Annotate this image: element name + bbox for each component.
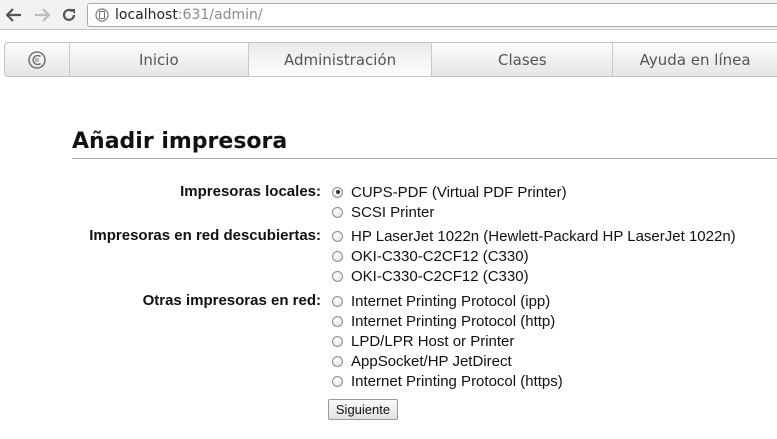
printer-option[interactable]: OKI-C330-C2CF12 (C330): [332, 266, 529, 286]
printer-option[interactable]: HP LaserJet 1022n (Hewlett-Packard HP La…: [332, 226, 736, 246]
radio-button[interactable]: [332, 270, 343, 282]
radio-button[interactable]: [332, 250, 343, 262]
printer-option[interactable]: OKI-C330-C2CF12 (C330): [332, 246, 529, 266]
tab-administracion[interactable]: Administración: [248, 43, 433, 76]
printer-option-label: AppSocket/HP JetDirect: [351, 352, 512, 370]
discovered-printers-label: Impresoras en red descubiertas:: [89, 227, 321, 244]
local-printers-label: Impresoras locales:: [180, 183, 321, 200]
printer-option-label: SCSI Printer: [351, 203, 435, 221]
radio-button[interactable]: [332, 295, 343, 307]
radio-button[interactable]: [332, 315, 343, 327]
printer-option-label: Internet Printing Protocol (ipp): [351, 292, 551, 310]
printer-option-label: Internet Printing Protocol (http): [351, 312, 556, 330]
radio-button[interactable]: [332, 206, 343, 218]
printer-option-label: HP LaserJet 1022n (Hewlett-Packard HP La…: [351, 227, 736, 245]
back-arrow-icon[interactable]: [4, 5, 24, 25]
browser-toolbar: localhost:631/admin/: [0, 0, 777, 30]
radio-button[interactable]: [332, 186, 343, 198]
reload-icon[interactable]: [59, 5, 79, 25]
printer-option[interactable]: LPD/LPR Host or Printer: [332, 331, 514, 351]
url-host: localhost: [115, 7, 178, 23]
printer-option-label: CUPS-PDF (Virtual PDF Printer): [351, 183, 567, 201]
tab-ayuda[interactable]: Ayuda en línea: [613, 43, 777, 76]
page-icon: [94, 7, 110, 23]
radio-button[interactable]: [332, 355, 343, 367]
next-button[interactable]: Siguiente: [328, 399, 398, 420]
title-divider: [72, 158, 777, 159]
url-path: :631/admin/: [177, 7, 263, 23]
printer-option-label: Internet Printing Protocol (https): [351, 372, 563, 390]
forward-arrow-icon[interactable]: [32, 5, 52, 25]
address-bar[interactable]: localhost:631/admin/: [87, 3, 777, 27]
other-printers-label: Otras impresoras en red:: [142, 292, 321, 309]
cups-logo[interactable]: [5, 43, 70, 76]
printer-option-label: OKI-C330-C2CF12 (C330): [351, 267, 529, 285]
printer-option[interactable]: Internet Printing Protocol (http): [332, 311, 555, 331]
tab-inicio[interactable]: Inicio: [70, 43, 249, 76]
radio-button[interactable]: [332, 230, 343, 242]
tab-clases[interactable]: Clases: [432, 43, 614, 76]
printer-option[interactable]: Internet Printing Protocol (https): [332, 371, 563, 391]
cups-logo-icon: [28, 50, 46, 69]
printer-option-label: LPD/LPR Host or Printer: [351, 332, 515, 350]
printer-option[interactable]: CUPS-PDF (Virtual PDF Printer): [332, 182, 567, 202]
radio-button[interactable]: [332, 335, 343, 347]
radio-button[interactable]: [332, 375, 343, 387]
printer-option-label: OKI-C330-C2CF12 (C330): [351, 247, 529, 265]
printer-option[interactable]: Internet Printing Protocol (ipp): [332, 291, 550, 311]
cups-tab-bar: Inicio Administración Clases Ayuda en lí…: [4, 42, 777, 77]
printer-option[interactable]: AppSocket/HP JetDirect: [332, 351, 512, 371]
printer-option[interactable]: SCSI Printer: [332, 202, 434, 222]
page-title: Añadir impresora: [72, 129, 288, 154]
